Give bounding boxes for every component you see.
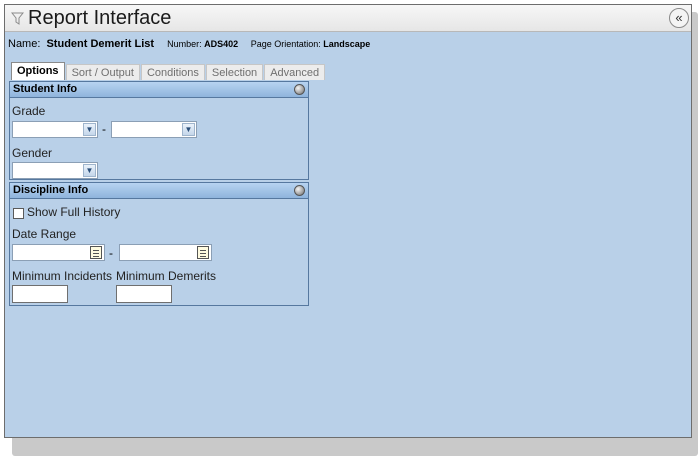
tab-advanced[interactable]: Advanced (264, 64, 326, 80)
report-name-value: Student Demerit List (46, 38, 155, 50)
calendar-icon[interactable] (90, 246, 102, 259)
filter-icon (11, 12, 24, 25)
tab-conditions[interactable]: Conditions (140, 64, 205, 80)
student-info-toggle-icon[interactable] (294, 84, 305, 95)
tab-selection[interactable]: Selection (205, 64, 264, 80)
discipline-info-panel: Discipline Info Show Full History Date R… (9, 182, 309, 306)
report-number-value: ADS402 (204, 39, 239, 49)
discipline-info-header: Discipline Info (10, 183, 308, 199)
tab-options[interactable]: Options (11, 62, 65, 80)
show-full-history-label[interactable]: Show Full History (27, 205, 120, 219)
minimum-incidents-input[interactable] (12, 285, 68, 303)
collapse-button[interactable]: « (669, 8, 689, 28)
title-bar: Report Interface « (5, 5, 691, 32)
page-orientation-value: Landscape (323, 39, 371, 49)
date-range-label: Date Range (12, 227, 77, 241)
minimum-demerits-label: Minimum Demerits (116, 269, 217, 283)
date-to-input[interactable] (119, 244, 212, 261)
minimum-incidents-label: Minimum Incidents (12, 269, 113, 283)
window-title: Report Interface (28, 7, 172, 29)
date-range-separator: - (109, 246, 113, 260)
tab-bar: Options Sort / Output Conditions Selection A… (11, 62, 326, 80)
calendar-icon[interactable] (197, 246, 209, 259)
minimum-demerits-input[interactable] (116, 285, 172, 303)
report-window: Report Interface « Name: Student Demerit… (4, 4, 692, 438)
student-info-panel: Student Info Grade ▼ - ▼ Gender ▼ (9, 81, 309, 180)
page-orientation-label: Page Orientation: (250, 39, 321, 49)
grade-from-select[interactable]: ▼ (12, 121, 98, 138)
discipline-info-toggle-icon[interactable] (294, 185, 305, 196)
gender-label: Gender (12, 146, 53, 160)
grade-range-separator: - (102, 122, 106, 136)
date-from-input[interactable] (12, 244, 105, 261)
tab-sort-output[interactable]: Sort / Output (65, 64, 140, 80)
report-name-label: Name: (8, 38, 41, 50)
discipline-info-title: Discipline Info (13, 184, 89, 196)
show-full-history-checkbox[interactable] (13, 208, 24, 219)
report-number-label: Number: (167, 39, 202, 49)
chevron-down-icon: ▼ (83, 164, 96, 177)
student-info-title: Student Info (13, 83, 78, 95)
chevron-down-icon: ▼ (182, 123, 195, 136)
chevron-down-icon: ▼ (83, 123, 96, 136)
grade-label: Grade (12, 104, 46, 118)
grade-to-select[interactable]: ▼ (111, 121, 197, 138)
gender-select[interactable]: ▼ (12, 162, 98, 179)
student-info-header: Student Info (10, 82, 308, 98)
report-info: Name: Student Demerit List Number: ADS40… (8, 38, 370, 50)
